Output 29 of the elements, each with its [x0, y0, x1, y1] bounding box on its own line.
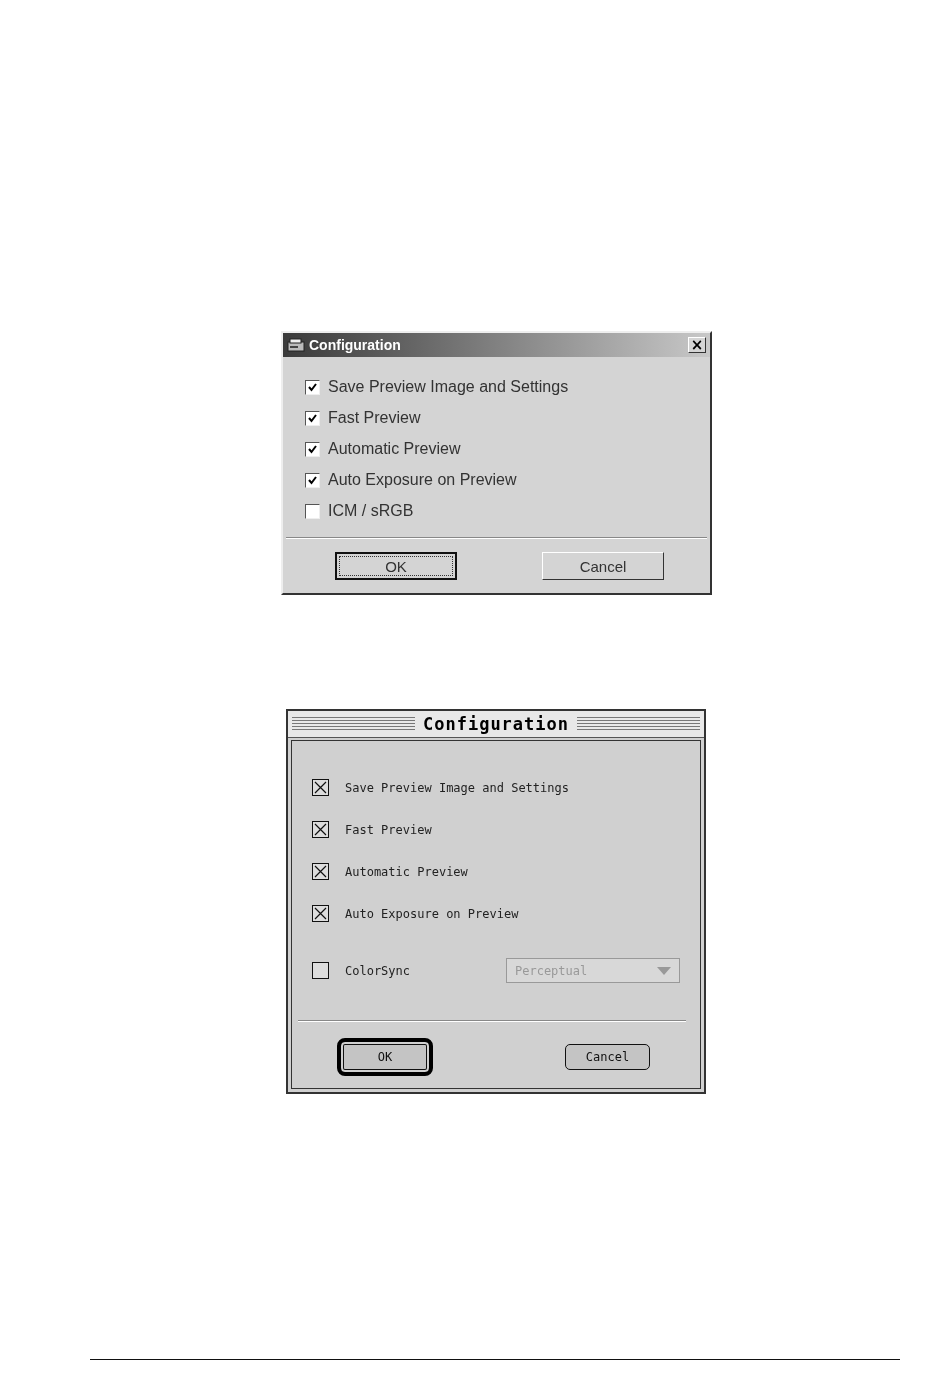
checkbox[interactable] — [312, 863, 329, 880]
checkbox-label: ColorSync — [345, 963, 412, 978]
checkbox-label: Automatic Preview — [328, 440, 461, 458]
scanner-icon — [287, 337, 305, 353]
checkbox-label: Auto Exposure on Preview — [345, 906, 520, 921]
dialog-button[interactable]: Cancel — [542, 552, 664, 580]
checkbox[interactable] — [305, 503, 320, 519]
checkbox[interactable] — [305, 410, 320, 426]
window-title: Configuration — [422, 714, 570, 734]
dialog-button[interactable]: OK — [335, 552, 457, 580]
checkbox[interactable] — [305, 379, 320, 395]
checkbox[interactable] — [312, 962, 329, 979]
checkbox-label: Fast Preview — [345, 822, 433, 837]
dialog-button[interactable]: Cancel — [565, 1044, 650, 1070]
checkbox-label: Save Preview Image and Settings — [345, 780, 570, 795]
window-title: Configuration — [309, 337, 402, 353]
checkbox-label: Automatic Preview — [345, 864, 469, 879]
checkbox[interactable] — [312, 821, 329, 838]
dialog-button[interactable]: OK — [337, 1038, 433, 1076]
checkbox[interactable] — [305, 472, 320, 488]
checkbox[interactable] — [305, 441, 320, 457]
checkbox-label: Auto Exposure on Preview — [328, 471, 517, 489]
checkbox-label: Save Preview Image and Settings — [328, 378, 569, 396]
close-button[interactable]: × — [688, 337, 706, 353]
checkbox-label: ICM / sRGB — [328, 502, 414, 520]
checkbox[interactable] — [312, 779, 329, 796]
caret-icon — [657, 966, 671, 975]
checkbox-label: Fast Preview — [328, 409, 421, 427]
checkbox[interactable] — [312, 905, 329, 922]
